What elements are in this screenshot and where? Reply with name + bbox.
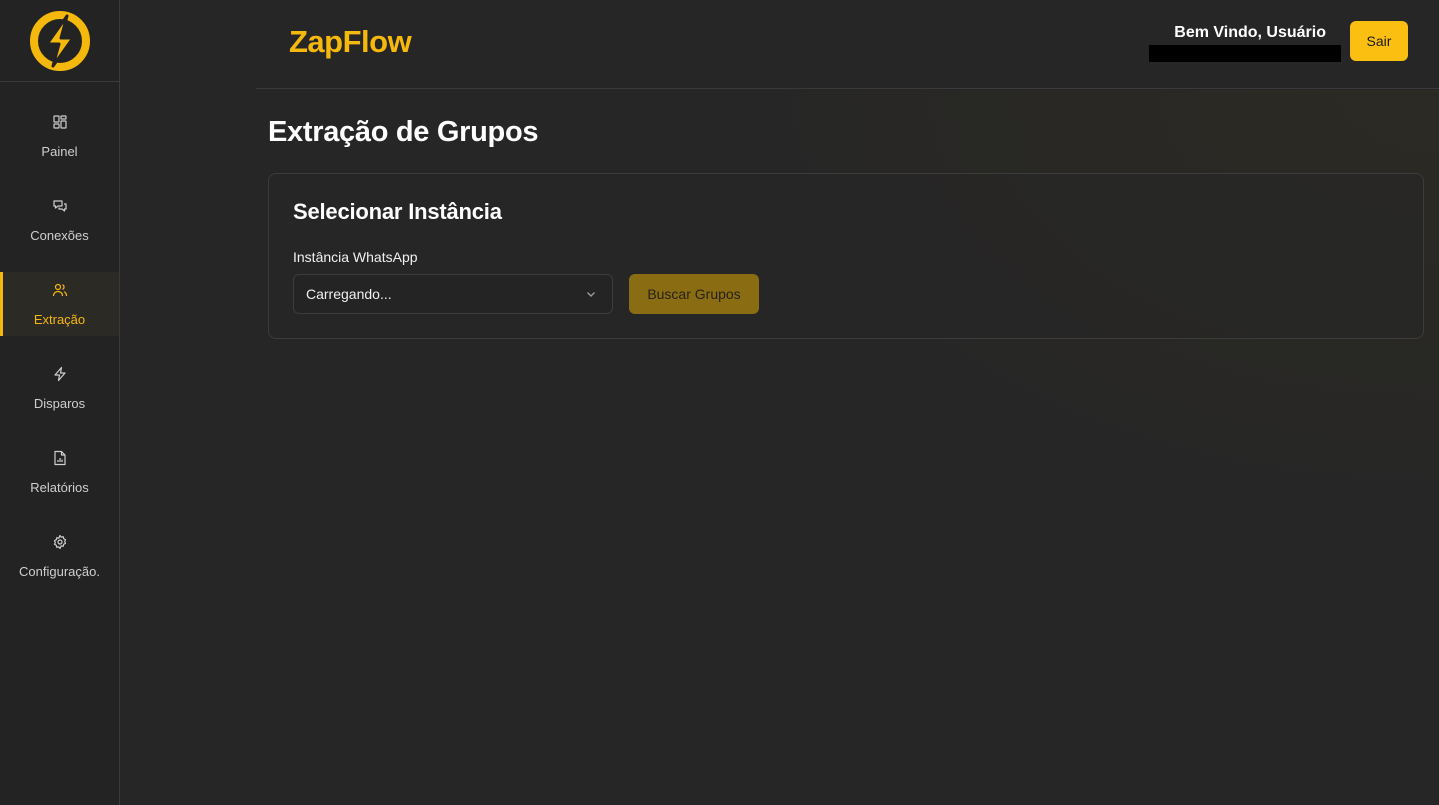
sidebar-nav: Painel Conexões Extração Disparos Relató… bbox=[0, 82, 119, 588]
sidebar-item-painel[interactable]: Painel bbox=[0, 104, 119, 168]
chat-icon bbox=[52, 199, 67, 212]
card-title: Selecionar Instância bbox=[293, 199, 502, 224]
header: ZapFlow Bem Vindo, Usuário Sair bbox=[256, 0, 1439, 89]
sidebar-item-label: Relatórios bbox=[30, 479, 89, 495]
dashboard-icon bbox=[52, 114, 67, 129]
logo-icon[interactable] bbox=[29, 10, 91, 72]
instance-card: Selecionar Instância Instância WhatsApp … bbox=[268, 173, 1424, 339]
sidebar-item-label: Conexões bbox=[30, 227, 89, 243]
brand-name: ZapFlow bbox=[289, 24, 412, 59]
instance-select[interactable]: Carregando... bbox=[293, 274, 613, 314]
gear-icon bbox=[53, 534, 66, 549]
sidebar-item-label: Configuração. bbox=[19, 563, 100, 579]
sidebar-item-disparos[interactable]: Disparos bbox=[0, 356, 119, 420]
page-title: Extração de Grupos bbox=[268, 116, 539, 148]
lightning-icon bbox=[53, 366, 66, 381]
logo-area bbox=[0, 0, 119, 82]
sidebar-item-relatorios[interactable]: Relatórios bbox=[0, 440, 119, 504]
redacted-email bbox=[1149, 45, 1341, 62]
search-groups-button[interactable]: Buscar Grupos bbox=[629, 274, 759, 314]
users-icon bbox=[52, 283, 67, 296]
welcome-text: Bem Vindo, Usuário bbox=[1174, 24, 1326, 41]
instance-select-value: Carregando... bbox=[306, 286, 392, 302]
sidebar-item-extracao[interactable]: Extração bbox=[0, 272, 119, 336]
instance-label: Instância WhatsApp bbox=[293, 249, 418, 265]
main-content: Extração de Grupos Selecionar Instância … bbox=[256, 90, 1439, 805]
sidebar: Painel Conexões Extração Disparos Relató… bbox=[0, 0, 120, 805]
sidebar-item-configuracao[interactable]: Configuração. bbox=[0, 524, 119, 588]
sidebar-item-conexoes[interactable]: Conexões bbox=[0, 188, 119, 252]
report-icon bbox=[53, 450, 66, 465]
sidebar-item-label: Extração bbox=[33, 311, 86, 327]
chevron-down-icon bbox=[587, 292, 595, 297]
sidebar-item-label: Disparos bbox=[33, 395, 86, 411]
sidebar-item-label: Painel bbox=[41, 143, 78, 159]
logout-button[interactable]: Sair bbox=[1350, 21, 1408, 61]
